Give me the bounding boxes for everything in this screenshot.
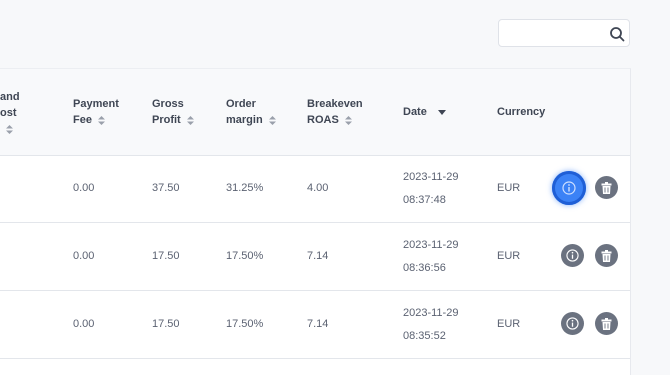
delete-button[interactable] <box>595 176 618 199</box>
search-icon[interactable] <box>609 26 625 42</box>
search-box[interactable] <box>498 19 630 47</box>
column-header-payment-fee[interactable]: Payment Fee <box>73 96 119 128</box>
table-header: and ost Payment Fee Gross Profit Order m… <box>0 69 630 156</box>
data-table: and ost Payment Fee Gross Profit Order m… <box>0 68 631 375</box>
info-button[interactable] <box>552 171 586 205</box>
trash-icon <box>601 249 612 262</box>
currency-value: EUR <box>497 318 521 330</box>
currency-value: EUR <box>497 182 521 194</box>
order-margin-value: 17.50% <box>226 250 264 262</box>
info-icon <box>562 181 576 195</box>
delete-button[interactable] <box>595 312 618 335</box>
table-row <box>0 359 630 375</box>
table-row: 0.00 17.50 17.50% 7.14 2023-11-29 08:36:… <box>0 223 630 291</box>
column-header-cost[interactable]: and ost <box>0 89 20 137</box>
gross-profit-value: 17.50 <box>152 250 180 262</box>
breakeven-roas-value: 7.14 <box>307 318 329 330</box>
breakeven-roas-value: 7.14 <box>307 250 329 262</box>
delete-button[interactable] <box>595 244 618 267</box>
payment-fee-value: 0.00 <box>73 182 95 194</box>
table-row: 0.00 37.50 31.25% 4.00 2023-11-29 08:37:… <box>0 155 630 223</box>
info-icon <box>566 317 579 330</box>
sort-icon[interactable] <box>6 124 13 134</box>
info-button[interactable] <box>561 244 584 267</box>
breakeven-roas-value: 4.00 <box>307 182 329 194</box>
table-row: 0.00 17.50 17.50% 7.14 2023-11-29 08:35:… <box>0 291 630 359</box>
date-value: 2023-11-29 08:36:56 <box>403 239 459 274</box>
date-value: 2023-11-29 08:37:48 <box>403 171 459 206</box>
gross-profit-value: 37.50 <box>152 182 180 194</box>
info-icon <box>566 249 579 262</box>
currency-value: EUR <box>497 250 521 262</box>
payment-fee-value: 0.00 <box>73 250 95 262</box>
sort-icon[interactable] <box>344 115 352 125</box>
trash-icon <box>601 181 612 194</box>
order-margin-value: 17.50% <box>226 318 264 330</box>
sort-icon[interactable] <box>97 115 105 125</box>
sort-desc-icon[interactable] <box>437 109 446 115</box>
column-header-date[interactable]: Date <box>403 104 446 120</box>
sort-icon[interactable] <box>268 115 276 125</box>
order-margin-value: 31.25% <box>226 182 264 194</box>
column-header-currency: Currency <box>497 106 546 118</box>
info-button[interactable] <box>561 312 584 335</box>
date-value: 2023-11-29 08:35:52 <box>403 307 459 342</box>
payment-fee-value: 0.00 <box>73 318 95 330</box>
column-header-gross-profit[interactable]: Gross Profit <box>152 96 194 128</box>
column-header-order-margin[interactable]: Order margin <box>226 96 276 128</box>
gross-profit-value: 17.50 <box>152 318 180 330</box>
sort-icon[interactable] <box>186 115 194 125</box>
column-header-breakeven-roas[interactable]: Breakeven ROAS <box>307 96 363 128</box>
trash-icon <box>601 317 612 330</box>
search-input[interactable] <box>505 24 609 44</box>
